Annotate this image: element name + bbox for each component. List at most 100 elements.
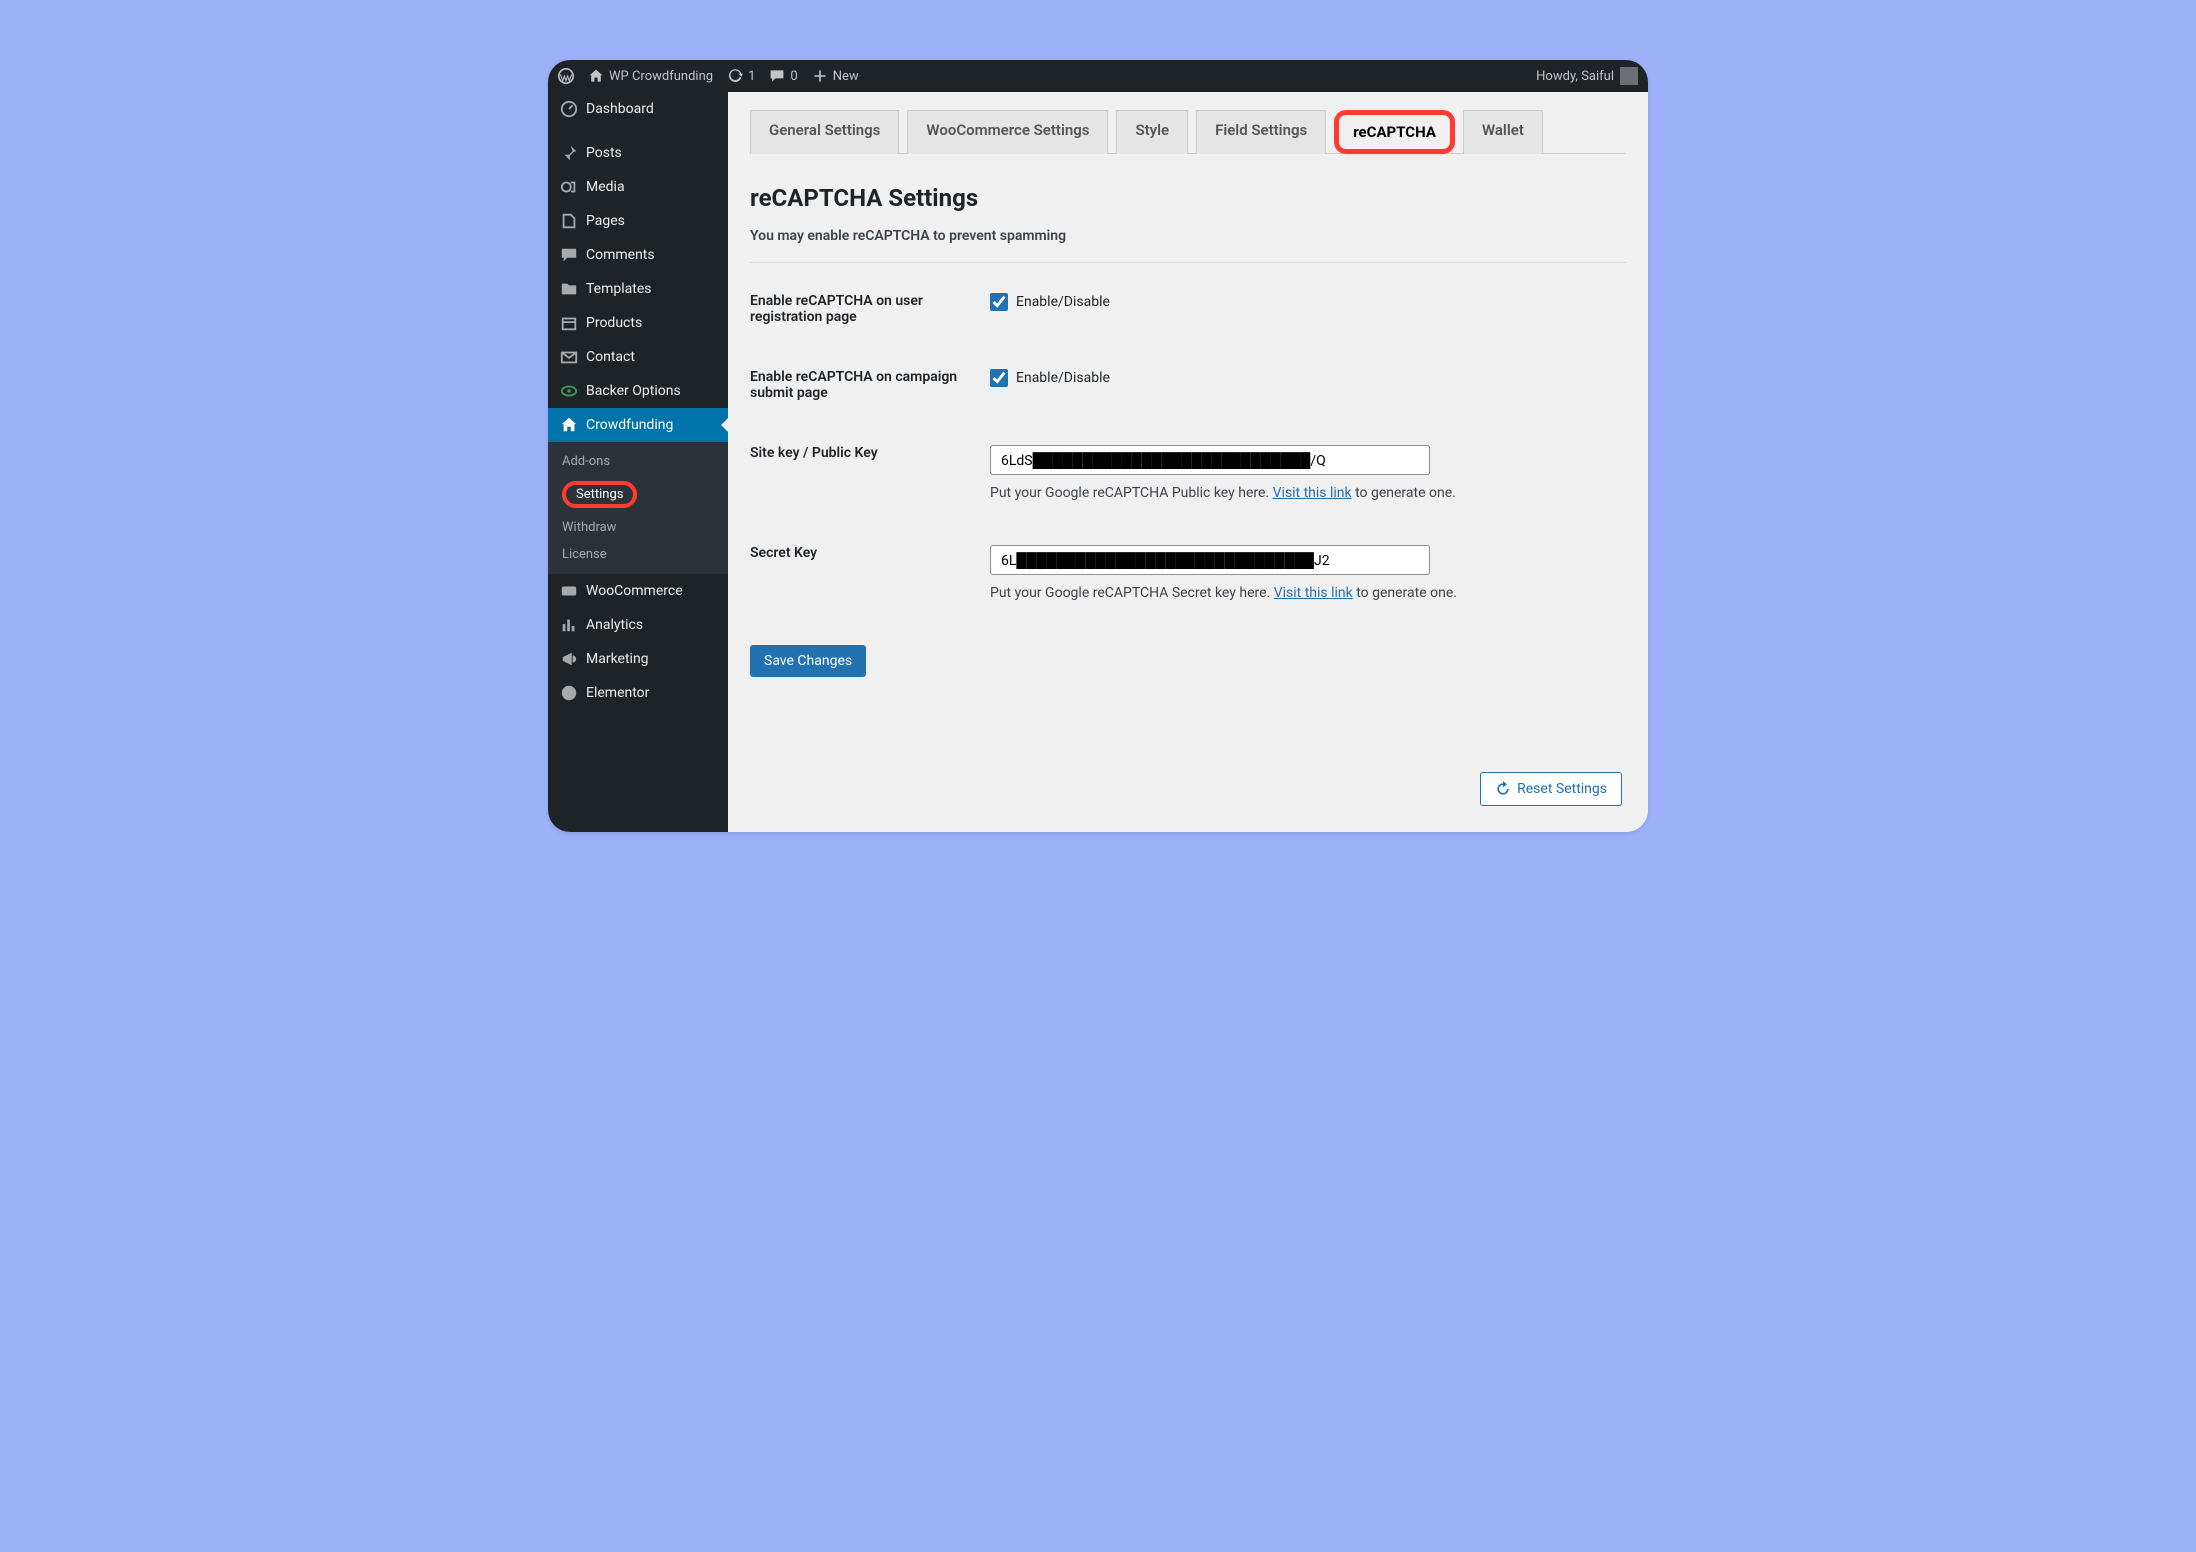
input-sitekey[interactable]	[990, 445, 1430, 475]
label-sitekey: Site key / Public Key	[750, 445, 990, 461]
label-secret: Secret Key	[750, 545, 990, 561]
mail-icon	[560, 348, 578, 366]
admin-bar: WP Crowdfunding 1 0 New Howdy, Saiful	[548, 60, 1648, 92]
sidebar-label: Products	[586, 315, 642, 331]
home-icon	[588, 68, 604, 84]
account-menu[interactable]: Howdy, Saiful	[1536, 67, 1638, 85]
sidebar-item-templates[interactable]: Templates	[548, 272, 728, 306]
sidebar-label: Marketing	[586, 651, 649, 667]
sidebar-label: WooCommerce	[586, 583, 683, 599]
tab-recaptcha[interactable]: reCAPTCHA	[1334, 110, 1455, 154]
help-text: Put your Google reCAPTCHA Public key her…	[990, 485, 1273, 501]
crowdfunding-icon	[560, 416, 578, 434]
updates-count: 1	[748, 69, 755, 84]
submenu-label: Withdraw	[562, 520, 616, 535]
crowdfunding-submenu: Add-ons Settings Withdraw License	[548, 442, 728, 574]
elementor-icon	[560, 684, 578, 702]
help-text: Put your Google reCAPTCHA Secret key her…	[990, 585, 1274, 601]
submenu-label: Settings	[576, 487, 623, 502]
sidebar-item-media[interactable]: Media	[548, 170, 728, 204]
input-secret[interactable]	[990, 545, 1430, 575]
sidebar-item-elementor[interactable]: Elementor	[548, 676, 728, 710]
media-icon	[560, 178, 578, 196]
sidebar-item-products[interactable]: Products	[548, 306, 728, 340]
sidebar-item-comments[interactable]: Comments	[548, 238, 728, 272]
help-text: to generate one.	[1353, 585, 1457, 601]
sidebar-label: Analytics	[586, 617, 643, 633]
sidebar-label: Contact	[586, 349, 635, 365]
page-icon	[560, 212, 578, 230]
sidebar-label: Templates	[586, 281, 652, 297]
megaphone-icon	[560, 650, 578, 668]
money-icon	[560, 382, 578, 400]
comments-link[interactable]: 0	[769, 68, 797, 84]
submenu-license[interactable]: License	[548, 541, 728, 568]
comment-icon	[769, 68, 785, 84]
sidebar-item-backer[interactable]: Backer Options	[548, 374, 728, 408]
sidebar-label: Posts	[586, 145, 622, 161]
admin-window: WP Crowdfunding 1 0 New Howdy, Saiful Da…	[548, 60, 1648, 832]
submenu-settings[interactable]: Settings	[548, 475, 728, 514]
checkbox-label: Enable/Disable	[1016, 370, 1110, 386]
link-sitekey-gen[interactable]: Visit this link	[1273, 485, 1352, 501]
wp-logo[interactable]	[558, 68, 574, 84]
link-secret-gen[interactable]: Visit this link	[1274, 585, 1353, 601]
archive-icon	[560, 314, 578, 332]
page-description: You may enable reCAPTCHA to prevent spam…	[750, 228, 1626, 263]
reset-button[interactable]: Reset Settings	[1480, 772, 1622, 806]
tab-field[interactable]: Field Settings	[1196, 110, 1326, 154]
reset-label: Reset Settings	[1517, 781, 1607, 797]
checkbox-reg-wrapper[interactable]: Enable/Disable	[990, 293, 1626, 311]
checkbox-reg[interactable]	[990, 293, 1008, 311]
checkbox-campaign-wrapper[interactable]: Enable/Disable	[990, 369, 1626, 387]
settings-tabs: General Settings WooCommerce Settings St…	[750, 110, 1626, 154]
checkbox-label: Enable/Disable	[1016, 294, 1110, 310]
updates-link[interactable]: 1	[727, 68, 755, 84]
save-button[interactable]: Save Changes	[750, 645, 866, 677]
sidebar-label: Elementor	[586, 685, 649, 701]
pin-icon	[560, 144, 578, 162]
sidebar-item-analytics[interactable]: Analytics	[548, 608, 728, 642]
submenu-addons[interactable]: Add-ons	[548, 448, 728, 475]
submenu-withdraw[interactable]: Withdraw	[548, 514, 728, 541]
page-title: reCAPTCHA Settings	[750, 184, 1626, 212]
site-name: WP Crowdfunding	[609, 69, 713, 84]
chart-icon	[560, 616, 578, 634]
sidebar-item-marketing[interactable]: Marketing	[548, 642, 728, 676]
sidebar-item-crowdfunding[interactable]: Crowdfunding	[548, 408, 728, 442]
label-campaign: Enable reCAPTCHA on campaign submit page	[750, 369, 990, 401]
content-area: General Settings WooCommerce Settings St…	[728, 92, 1648, 832]
sidebar-item-woocommerce[interactable]: WooCommerce	[548, 574, 728, 608]
submenu-label: Add-ons	[562, 454, 610, 469]
checkbox-campaign[interactable]	[990, 369, 1008, 387]
sidebar-item-dashboard[interactable]: Dashboard	[548, 92, 728, 126]
label-reg: Enable reCAPTCHA on user registration pa…	[750, 293, 990, 325]
sidebar-label: Crowdfunding	[586, 417, 673, 433]
plus-icon	[812, 68, 828, 84]
submenu-label: License	[562, 547, 607, 562]
sidebar-label: Comments	[586, 247, 655, 263]
new-label: New	[833, 69, 859, 84]
sidebar-label: Dashboard	[586, 101, 654, 117]
comment-icon	[560, 246, 578, 264]
tab-style[interactable]: Style	[1116, 110, 1188, 154]
dashboard-icon	[560, 100, 578, 118]
sidebar-item-contact[interactable]: Contact	[548, 340, 728, 374]
admin-sidebar: Dashboard Posts Media Pages Comments Tem…	[548, 92, 728, 832]
site-link[interactable]: WP Crowdfunding	[588, 68, 713, 84]
sidebar-label: Media	[586, 179, 625, 195]
tab-woocommerce[interactable]: WooCommerce Settings	[907, 110, 1108, 154]
woo-icon	[560, 582, 578, 600]
new-link[interactable]: New	[812, 68, 859, 84]
tab-general[interactable]: General Settings	[750, 110, 899, 154]
sidebar-label: Backer Options	[586, 383, 681, 399]
comments-count: 0	[790, 69, 797, 84]
sidebar-item-pages[interactable]: Pages	[548, 204, 728, 238]
folder-icon	[560, 280, 578, 298]
greeting-text: Howdy, Saiful	[1536, 69, 1614, 84]
tab-wallet[interactable]: Wallet	[1463, 110, 1543, 154]
avatar	[1620, 67, 1638, 85]
sidebar-item-posts[interactable]: Posts	[548, 136, 728, 170]
help-text: to generate one.	[1352, 485, 1456, 501]
sidebar-label: Pages	[586, 213, 625, 229]
